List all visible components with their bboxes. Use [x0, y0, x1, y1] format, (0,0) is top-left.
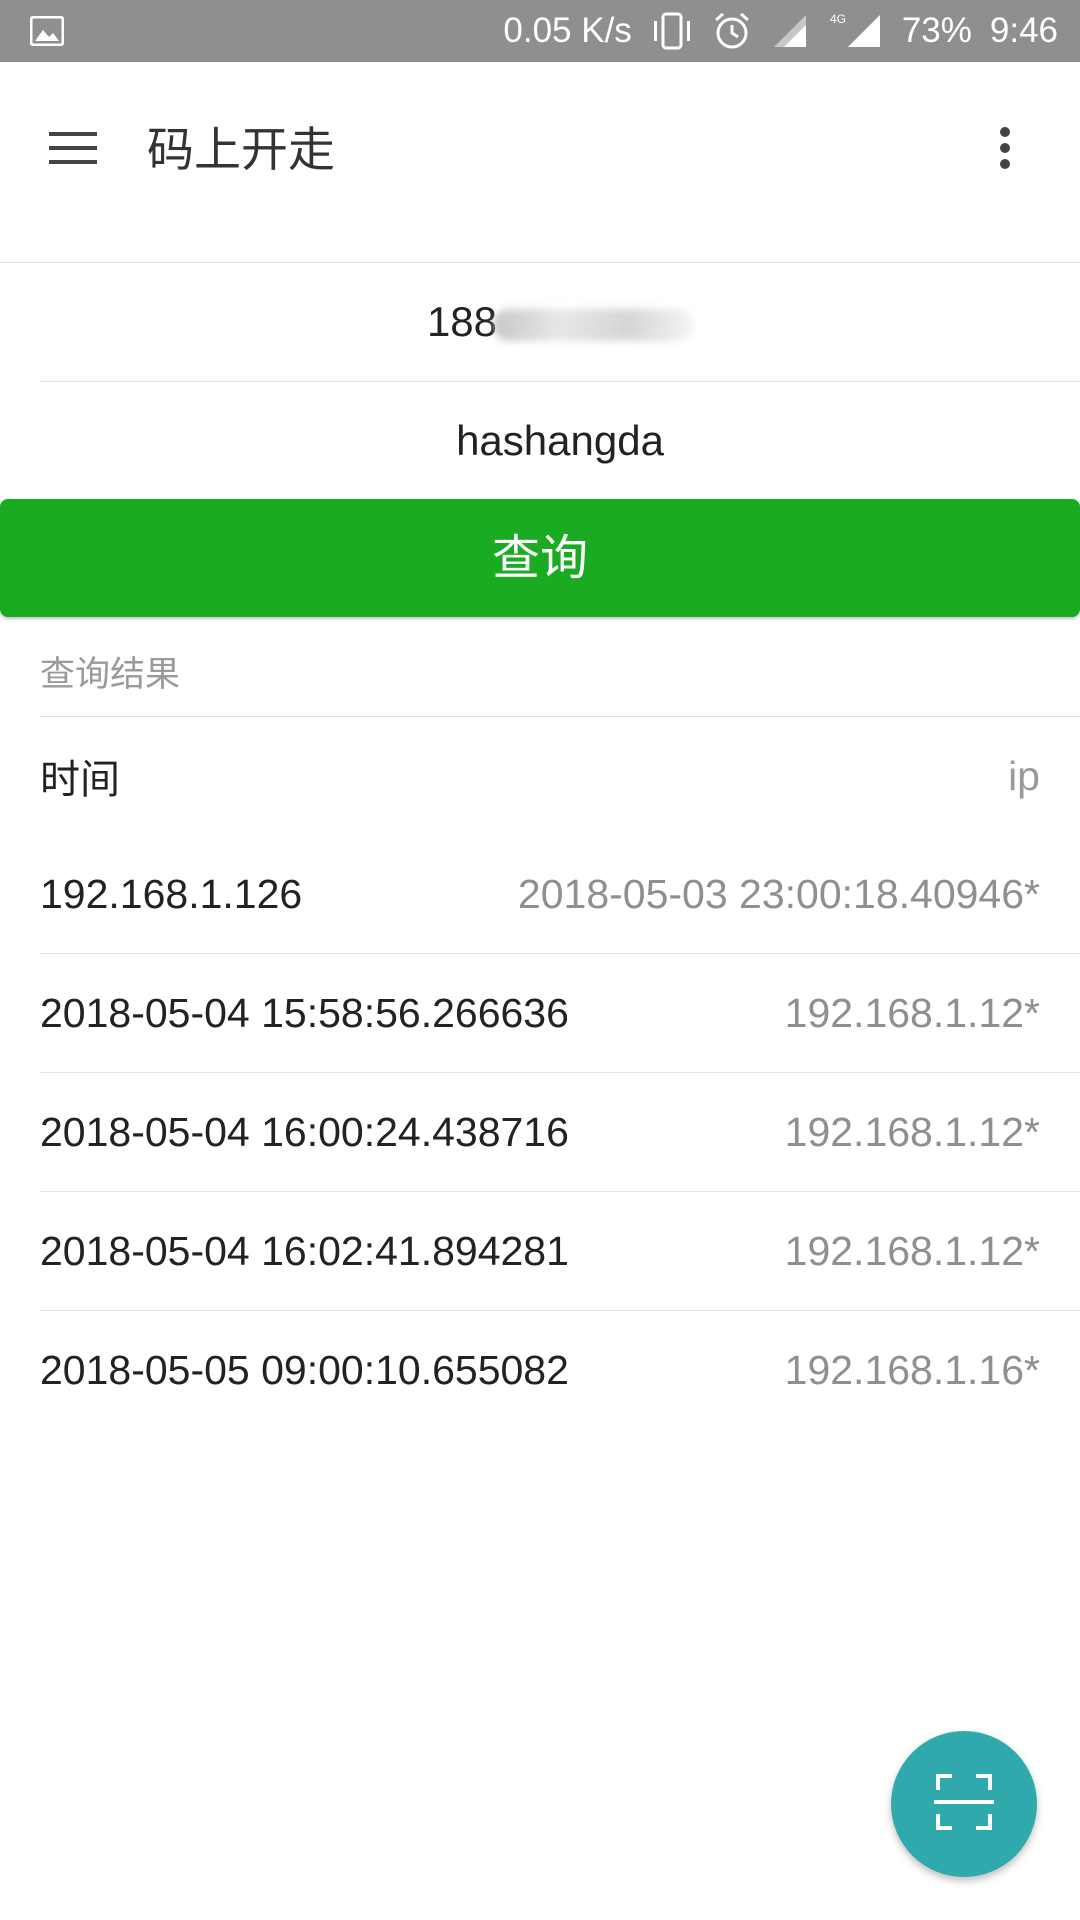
list-item-secondary: 2018-05-03 23:00:18.40946*	[517, 870, 1040, 917]
battery-level: 73%	[901, 11, 972, 50]
list-item[interactable]: 2018-05-04 16:02:41.894281 192.168.1.12*	[40, 1192, 1080, 1311]
menu-button[interactable]	[30, 107, 116, 193]
header-time: 时间	[40, 757, 120, 803]
network-type: 4G	[830, 12, 846, 26]
more-vert-icon	[999, 126, 1011, 174]
list-item-secondary: 192.168.1.12*	[784, 1108, 1040, 1155]
more-options-button[interactable]	[962, 107, 1048, 193]
list-item[interactable]: 192.168.1.126 2018-05-03 23:00:18.40946*	[40, 835, 1080, 954]
alarm-icon	[712, 11, 752, 51]
name-value: hashangda	[456, 417, 664, 464]
scan-fab-button[interactable]	[891, 1731, 1037, 1877]
clock: 9:46	[989, 11, 1058, 50]
list-item-primary: 192.168.1.126	[40, 870, 303, 917]
results-caption: 查询结果	[40, 655, 181, 695]
results-header-row: 时间 ip	[40, 717, 1080, 835]
phone-value: 188	[426, 298, 498, 345]
list-item-primary: 2018-05-04 16:00:24.438716	[40, 1108, 569, 1155]
list-item-primary: 2018-05-04 15:58:56.266636	[40, 989, 569, 1036]
image-icon	[30, 16, 64, 46]
list-item-primary: 2018-05-04 16:02:41.894281	[40, 1227, 569, 1274]
app-bar: 码上开走	[0, 62, 1080, 212]
network-speed: 0.05 K/s	[503, 11, 632, 50]
list-item-primary: 2018-05-05 09:00:10.655082	[40, 1346, 569, 1393]
page-title: 码上开走	[147, 123, 335, 178]
name-field[interactable]: hashangda	[40, 382, 1080, 500]
signal-icon	[770, 11, 810, 51]
signal-4g-icon: 4G	[828, 11, 884, 51]
phone-field[interactable]: 188	[40, 263, 1080, 382]
list-item-secondary: 192.168.1.16*	[784, 1346, 1040, 1393]
results-list: 时间 ip 192.168.1.126 2018-05-03 23:00:18.…	[40, 717, 1080, 1429]
list-item-secondary: 192.168.1.12*	[784, 1227, 1040, 1274]
hamburger-menu-icon	[49, 130, 97, 170]
status-bar: 0.05 K/s 4G 73% 9:46	[0, 0, 1080, 62]
list-item[interactable]: 2018-05-04 15:58:56.266636 192.168.1.12*	[40, 954, 1080, 1073]
redaction-blur	[493, 308, 694, 341]
list-item-secondary: 192.168.1.12*	[784, 989, 1040, 1036]
query-button[interactable]: 查询	[0, 499, 1080, 617]
list-item[interactable]: 2018-05-04 16:00:24.438716 192.168.1.12*	[40, 1073, 1080, 1192]
scan-icon	[934, 1772, 994, 1836]
header-ip: ip	[1008, 752, 1040, 799]
screen: 0.05 K/s 4G 73% 9:46 码上开走 188 hashangda …	[0, 0, 1080, 1920]
list-item[interactable]: 2018-05-05 09:00:10.655082 192.168.1.16*	[40, 1311, 1080, 1429]
vibrate-icon	[650, 11, 694, 51]
